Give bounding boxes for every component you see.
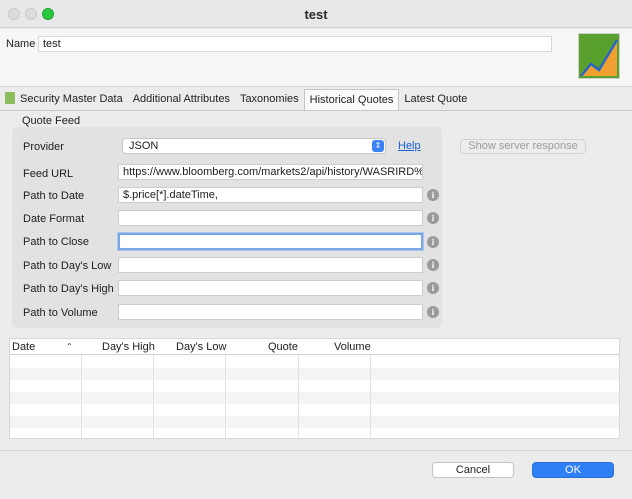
column-header-days-low[interactable]: Day's Low bbox=[176, 341, 226, 353]
name-input[interactable]: test bbox=[38, 36, 552, 52]
footer-divider bbox=[0, 450, 632, 451]
feed-url-label: Feed URL bbox=[23, 168, 74, 180]
column-header-days-high[interactable]: Day's High bbox=[102, 341, 155, 353]
tab-latest-quote[interactable]: Latest Quote bbox=[399, 89, 472, 110]
path-high-input[interactable] bbox=[118, 280, 423, 296]
tab-taxonomies[interactable]: Taxonomies bbox=[235, 89, 304, 110]
security-dialog: test Name test Security Master Data Addi… bbox=[0, 0, 632, 499]
chevron-updown-icon: ⇕ bbox=[372, 140, 384, 152]
info-icon[interactable]: i bbox=[427, 259, 439, 271]
cancel-button[interactable]: Cancel bbox=[432, 462, 514, 478]
quote-feed-title: Quote Feed bbox=[22, 115, 81, 127]
show-server-response-button[interactable]: Show server response bbox=[460, 139, 586, 154]
date-format-input[interactable] bbox=[118, 210, 423, 226]
path-close-label: Path to Close bbox=[23, 236, 90, 248]
name-label: Name bbox=[6, 38, 36, 50]
provider-select[interactable]: JSON ⇕ bbox=[122, 138, 386, 154]
tab-bar: Security Master Data Additional Attribut… bbox=[0, 89, 472, 111]
date-format-label: Date Format bbox=[23, 213, 85, 225]
table-row[interactable] bbox=[10, 404, 619, 416]
tab-additional-attributes[interactable]: Additional Attributes bbox=[128, 89, 235, 110]
column-header-volume[interactable]: Volume bbox=[334, 341, 371, 353]
quote-feed-group bbox=[12, 127, 442, 328]
column-header-quote[interactable]: Quote bbox=[268, 341, 298, 353]
help-link[interactable]: Help bbox=[398, 140, 421, 152]
path-high-label: Path to Day's High bbox=[23, 283, 114, 295]
table-row[interactable] bbox=[10, 416, 619, 428]
name-header: Name test bbox=[0, 29, 632, 87]
table-row[interactable] bbox=[10, 380, 619, 392]
sort-ascending-icon: ⌃ bbox=[66, 342, 73, 351]
info-icon[interactable]: i bbox=[427, 189, 439, 201]
path-low-label: Path to Day's Low bbox=[23, 260, 112, 272]
path-low-input[interactable] bbox=[118, 257, 423, 273]
window-title: test bbox=[304, 7, 328, 22]
title-bar[interactable]: test bbox=[0, 0, 632, 28]
table-header: Date ⌃ Day's High Day's Low Quote Volume bbox=[10, 339, 619, 355]
table-row[interactable] bbox=[10, 356, 619, 368]
path-volume-input[interactable] bbox=[118, 304, 423, 320]
path-close-input[interactable] bbox=[118, 233, 423, 250]
path-date-input[interactable]: $.price[*].dateTime, bbox=[118, 187, 423, 203]
portfolio-chart-logo-icon bbox=[578, 33, 620, 79]
feed-url-input[interactable]: https://www.bloomberg.com/markets2/api/h… bbox=[118, 164, 423, 180]
tab-historical-quotes[interactable]: Historical Quotes bbox=[303, 89, 400, 110]
info-icon[interactable]: i bbox=[427, 212, 439, 224]
tab-divider bbox=[0, 110, 632, 111]
column-header-date[interactable]: Date bbox=[12, 341, 35, 353]
path-volume-label: Path to Volume bbox=[23, 307, 98, 319]
info-icon[interactable]: i bbox=[427, 236, 439, 248]
ok-button[interactable]: OK bbox=[532, 462, 614, 478]
info-icon[interactable]: i bbox=[427, 282, 439, 294]
quotes-table[interactable]: Date ⌃ Day's High Day's Low Quote Volume bbox=[9, 338, 620, 440]
table-row[interactable] bbox=[10, 368, 619, 380]
table-row[interactable] bbox=[10, 428, 619, 440]
provider-label: Provider bbox=[23, 141, 64, 153]
document-icon bbox=[5, 92, 15, 104]
info-icon[interactable]: i bbox=[427, 306, 439, 318]
path-date-label: Path to Date bbox=[23, 190, 85, 202]
tab-security-master-data[interactable]: Security Master Data bbox=[0, 89, 128, 110]
table-row[interactable] bbox=[10, 392, 619, 404]
